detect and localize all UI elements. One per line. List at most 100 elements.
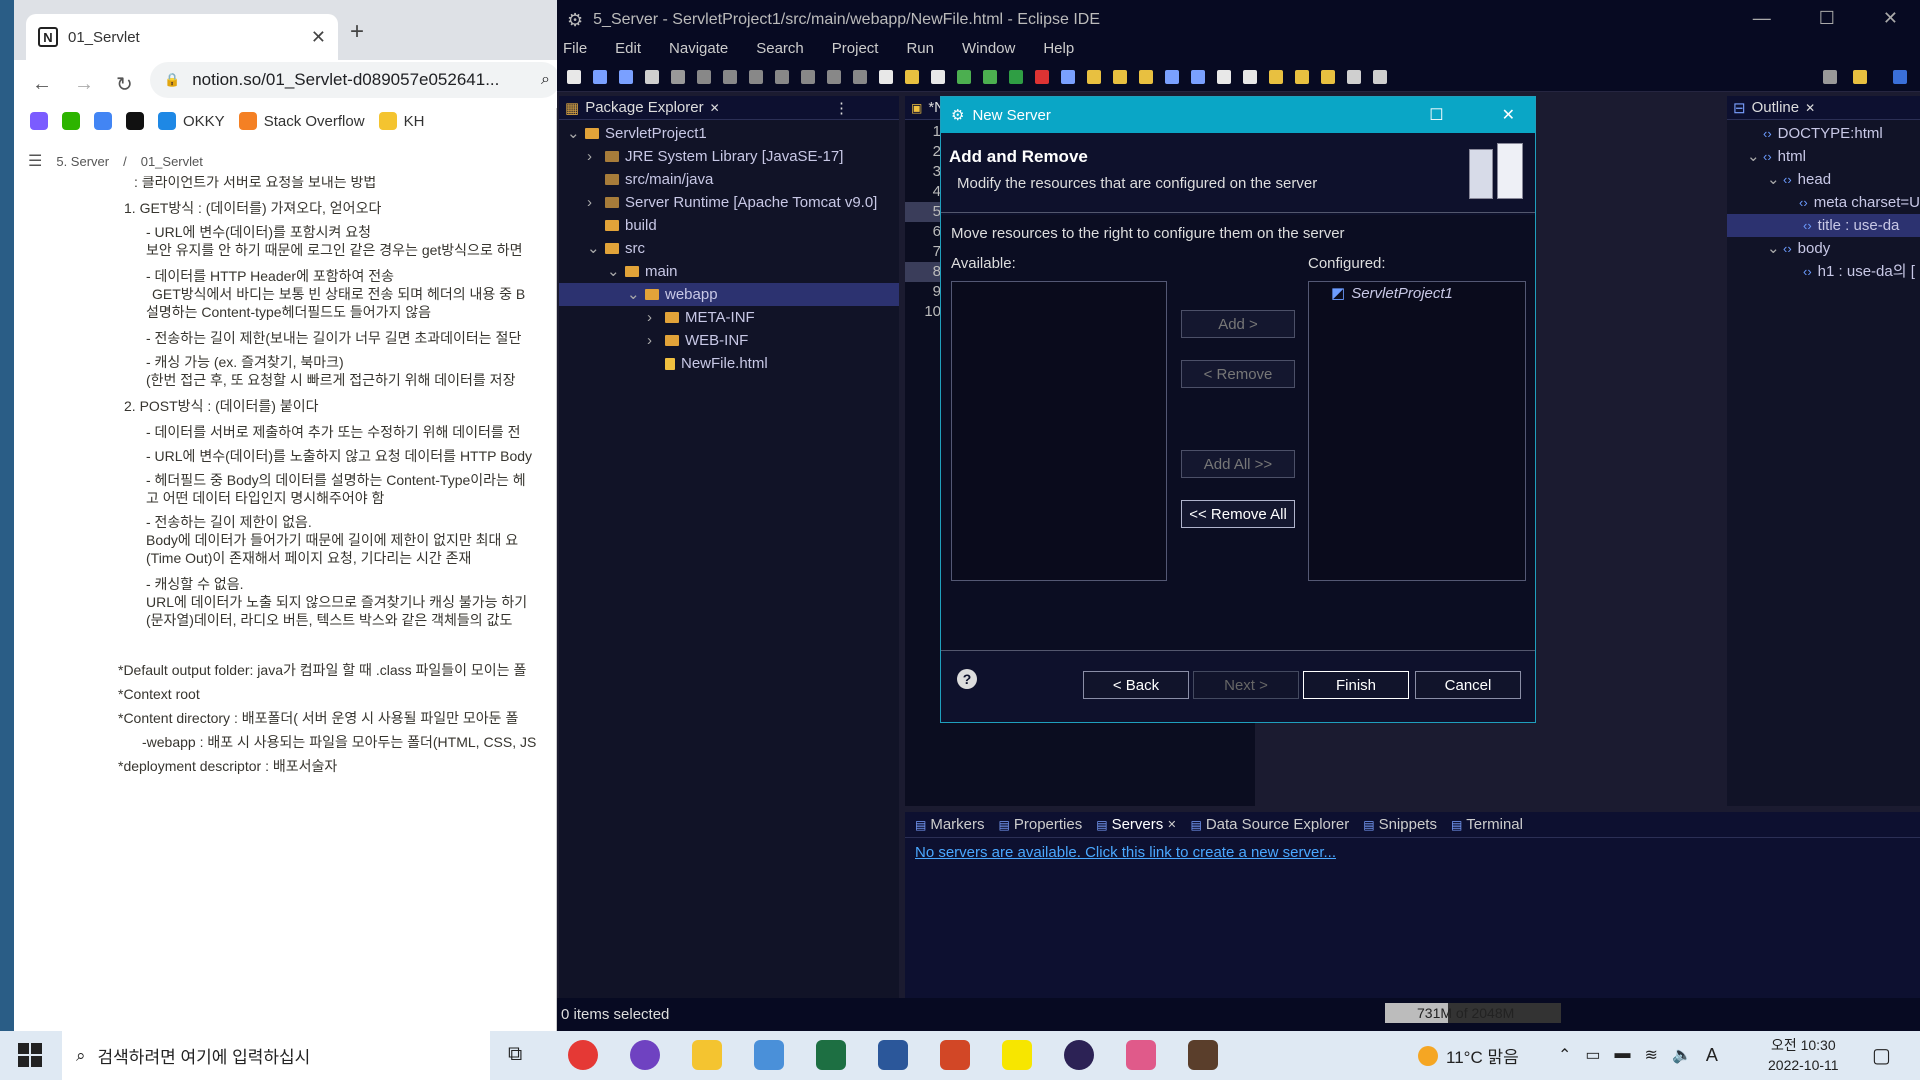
forward-icon[interactable]: → (74, 73, 94, 96)
close-tab-icon[interactable]: ✕ (311, 27, 326, 48)
outline-item[interactable]: ‹› DOCTYPE:html (1727, 122, 1920, 145)
word-icon[interactable] (878, 1040, 908, 1070)
tree-item[interactable]: › Server Runtime [Apache Tomcat v9.0] (559, 191, 899, 214)
task-view-icon[interactable]: ⧉ (508, 1043, 522, 1066)
configured-item[interactable]: ◩ ServletProject1 (1331, 284, 1525, 303)
outline-item[interactable]: ‹› h1 : use-da의 [ (1727, 260, 1920, 283)
outline-item[interactable]: ⌄ ‹› body (1727, 237, 1920, 260)
toolbar-button-icon[interactable] (1321, 70, 1335, 84)
package-explorer-title[interactable]: Package Explorer (585, 99, 703, 116)
help-icon[interactable]: ? (957, 669, 977, 689)
toolbar-button-icon[interactable] (957, 70, 971, 84)
minimize-icon[interactable]: — (1753, 8, 1771, 29)
github-icon[interactable] (630, 1040, 660, 1070)
toolbar-button-icon[interactable] (1139, 70, 1153, 84)
toolbar-button-icon[interactable] (1373, 70, 1387, 84)
monitor-icon[interactable]: ▭ (1585, 1045, 1600, 1066)
chevron-right-icon[interactable]: › (647, 306, 659, 329)
clock[interactable]: 오전 10:30 2022-10-11 (1768, 1035, 1839, 1075)
remove-all-button[interactable]: << Remove All (1181, 500, 1295, 528)
toolbar-button-icon[interactable] (697, 70, 711, 84)
toolbar-button-icon[interactable] (749, 70, 763, 84)
available-list[interactable] (951, 281, 1167, 581)
toolbar-button-icon[interactable] (671, 70, 685, 84)
browser-tab[interactable]: N 01_Servlet ✕ (26, 14, 338, 60)
outline-item[interactable]: ‹› meta charset=U (1727, 191, 1920, 214)
toolbar-button-icon[interactable] (775, 70, 789, 84)
search-icon[interactable] (1823, 70, 1837, 84)
toolbar-button-icon[interactable] (1009, 70, 1023, 84)
chevron-down-icon[interactable]: ⌄ (1747, 145, 1760, 168)
tab-properties[interactable]: ▤ Properties (999, 816, 1083, 833)
menu-window[interactable]: Window (962, 40, 1015, 64)
heap-status[interactable]: 731M of 2048M (1385, 1003, 1561, 1023)
tree-item[interactable]: ⌄ main (559, 260, 899, 283)
snipping-tool-icon[interactable] (1126, 1040, 1156, 1070)
chevron-up-icon[interactable]: ⌃ (1558, 1045, 1571, 1066)
chevron-down-icon[interactable]: ⌄ (567, 122, 580, 145)
toolbar-button-icon[interactable] (723, 70, 737, 84)
bookmark-item[interactable]: Stack Overflow (238, 112, 365, 130)
toolbar-button-icon[interactable] (983, 70, 997, 84)
dialog-maximize-icon[interactable]: ☐ (1429, 105, 1443, 125)
chevron-down-icon[interactable]: ⌄ (1767, 168, 1780, 191)
tree-item[interactable]: ⌄ webapp (559, 283, 899, 306)
tree-item[interactable]: ⌄ ServletProject1 (559, 122, 899, 145)
outline-item[interactable]: ⌄ ‹› head (1727, 168, 1920, 191)
chevron-right-icon[interactable]: › (587, 191, 599, 214)
chevron-down-icon[interactable]: ⌄ (627, 283, 640, 306)
eclipse-icon[interactable] (1064, 1040, 1094, 1070)
eclipse-ide-icon[interactable] (1188, 1040, 1218, 1070)
toolbar-button-icon[interactable] (1243, 70, 1257, 84)
ime-indicator[interactable]: A (1706, 1045, 1718, 1066)
bookmark-item[interactable] (94, 112, 112, 130)
bookmark-item[interactable] (62, 112, 80, 130)
weather-widget[interactable]: 11°C 맑음 (1418, 1043, 1519, 1068)
toolbar-button-icon[interactable] (1217, 70, 1231, 84)
menu-run[interactable]: Run (906, 40, 934, 64)
toolbar-button-icon[interactable] (1269, 70, 1283, 84)
menu-project[interactable]: Project (832, 40, 879, 64)
menu-help[interactable]: Help (1043, 40, 1074, 64)
breadcrumb-current[interactable]: 01_Servlet (141, 154, 203, 169)
chevron-down-icon[interactable]: ⌄ (607, 260, 620, 283)
toolbar-button-icon[interactable] (1165, 70, 1179, 84)
close-outline-icon[interactable]: ✕ (1805, 101, 1815, 115)
breadcrumb-parent[interactable]: 5. Server (56, 154, 109, 169)
tree-item[interactable]: ⌄ src (559, 237, 899, 260)
excel-icon[interactable] (816, 1040, 846, 1070)
remove-button[interactable]: < Remove (1181, 360, 1295, 388)
file-explorer-icon[interactable] (692, 1040, 722, 1070)
app-icon[interactable] (754, 1040, 784, 1070)
maximize-icon[interactable]: ☐ (1819, 8, 1835, 29)
outline-title[interactable]: Outline (1752, 99, 1800, 116)
chrome-icon[interactable] (568, 1040, 598, 1070)
perspective-icon[interactable] (1853, 70, 1867, 84)
wifi-icon[interactable]: ≋ (1645, 1045, 1658, 1066)
address-bar[interactable]: 🔒 notion.so/01_Servlet-d089057e052641...… (150, 62, 560, 98)
tab-snippets[interactable]: ▤ Snippets (1363, 816, 1437, 833)
toolbar-button-icon[interactable] (853, 70, 867, 84)
java-ee-perspective-icon[interactable] (1893, 70, 1907, 84)
bookmark-item[interactable] (30, 112, 48, 130)
search-icon[interactable]: ⌕ (541, 71, 550, 89)
toolbar-button-icon[interactable] (931, 70, 945, 84)
chevron-down-icon[interactable]: ⌄ (587, 237, 600, 260)
menu-file[interactable]: File (563, 40, 587, 64)
toolbar-button-icon[interactable] (879, 70, 893, 84)
menu-icon[interactable]: ☰ (28, 151, 42, 171)
kakaotalk-icon[interactable] (1002, 1040, 1032, 1070)
close-tab-icon[interactable]: ✕ (1167, 818, 1176, 831)
toolbar-button-icon[interactable] (801, 70, 815, 84)
start-button[interactable] (18, 1043, 42, 1067)
add-all-button[interactable]: Add All >> (1181, 450, 1295, 478)
toolbar-button-icon[interactable] (567, 70, 581, 84)
tree-item[interactable]: build (559, 214, 899, 237)
tab-markers[interactable]: ▤ Markers (915, 816, 985, 833)
toolbar-button-icon[interactable] (905, 70, 919, 84)
toolbar-button-icon[interactable] (1347, 70, 1361, 84)
powerpoint-icon[interactable] (940, 1040, 970, 1070)
add-button[interactable]: Add > (1181, 310, 1295, 338)
toolbar-button-icon[interactable] (619, 70, 633, 84)
outline-item[interactable]: ⌄ ‹› html (1727, 145, 1920, 168)
